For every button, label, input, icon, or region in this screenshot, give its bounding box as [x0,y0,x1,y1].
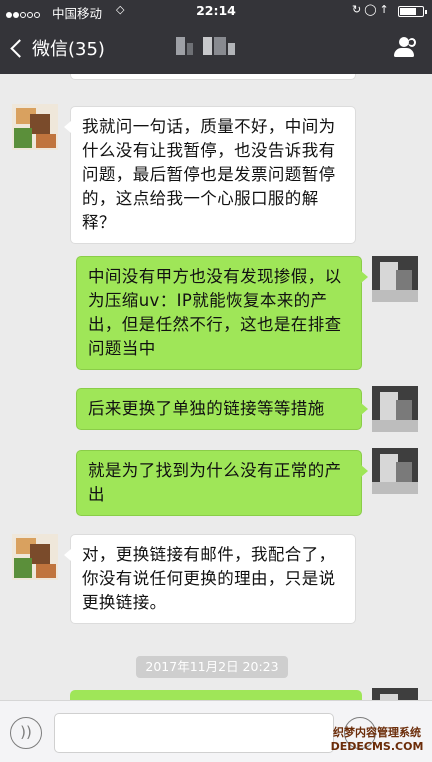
chat-area[interactable]: 我就问一句话，质量不好，中间为什么没有让我暂停，也没告诉我有问题，最后暂停也是发… [0,74,432,700]
battery-icon [398,6,427,17]
back-label: 微信(35) [32,39,105,60]
chevron-left-icon [10,38,29,58]
outgoing-message[interactable]: 后来更换了单独的链接等等措施 [76,388,368,430]
incoming-message[interactable]: 我就问一句话，质量不好，中间为什么没有让我暂停，也没告诉我有问题，最后暂停也是发… [64,106,356,244]
site-watermark: 织梦内容管理系统 DEDECMS.COM [330,726,424,753]
message-bubble-partial[interactable] [70,690,362,700]
my-avatar[interactable] [372,688,418,700]
contact-avatar[interactable] [12,534,58,580]
outgoing-message[interactable]: 就是为了找到为什么没有正常的产出 [76,450,368,516]
outgoing-message[interactable]: 中间没有甲方也没有发现掺假，以为压缩uv：IP就能恢复本来的产出，但是任然不行，… [76,256,368,370]
chat-info-button[interactable] [390,36,418,60]
my-avatar[interactable] [372,448,418,494]
chat-title-redacted [176,37,237,55]
message-timestamp: 2017年11月2日 20:23 [136,656,288,678]
system-status-icons: ↻◯↑ [352,3,392,16]
my-avatar[interactable] [372,256,418,302]
status-bar: 中国移动 ◇ 22:14 ↻◯↑ [0,0,432,22]
message-bubble-partial[interactable] [70,74,356,80]
speaker-icon: )) [20,723,32,741]
incoming-message[interactable]: 对，更换链接有邮件，我配合了， 你没有说任何更换的理由，只是说更换链接。 [64,534,356,624]
my-avatar[interactable] [372,386,418,432]
message-input[interactable] [54,713,334,753]
contact-avatar[interactable] [12,104,58,150]
voice-input-button[interactable]: )) [10,717,42,749]
nav-bar: 微信(35) [0,22,432,74]
back-button[interactable]: 微信(35) [8,34,105,62]
